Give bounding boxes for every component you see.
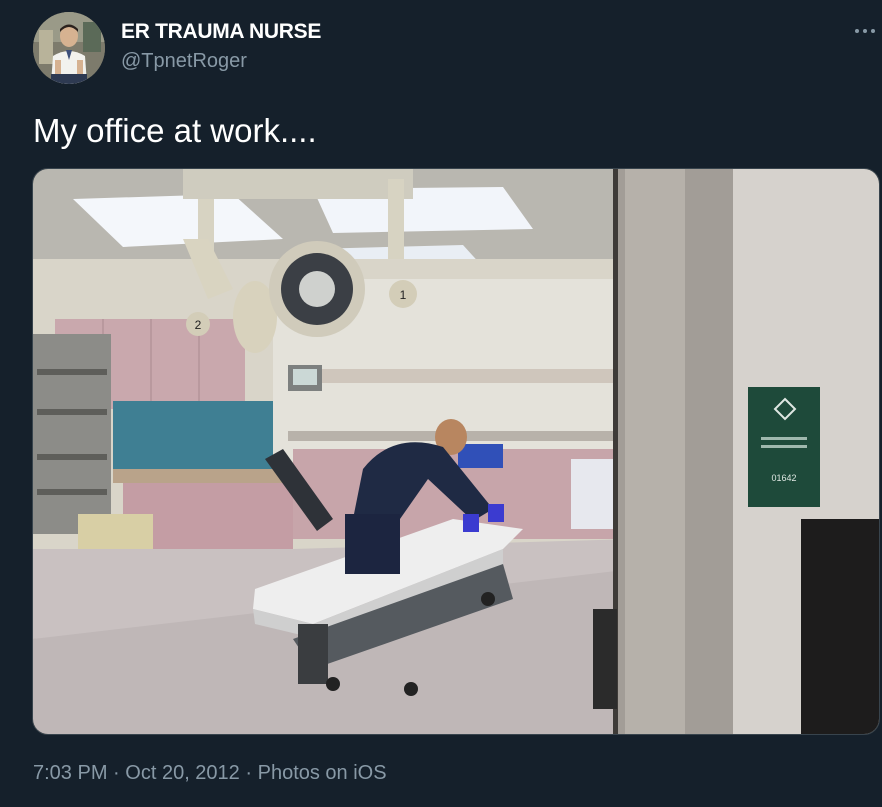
tweet-photo[interactable]: 2 1 01642 bbox=[32, 168, 880, 735]
svg-text:1: 1 bbox=[400, 288, 407, 302]
er-room-image: 2 1 01642 bbox=[33, 169, 879, 734]
tweet-text: My office at work.... bbox=[33, 112, 317, 149]
meta-separator: · bbox=[113, 762, 120, 784]
more-horizontal-icon[interactable] bbox=[852, 18, 878, 44]
tweet-time[interactable]: 7:03 PM bbox=[33, 762, 107, 784]
tweet-meta: 7:03 PM · Oct 20, 2012 · Photos on iOS bbox=[33, 762, 387, 785]
display-name[interactable]: ER TRAUMA NURSE bbox=[121, 20, 321, 44]
user-handle[interactable]: @TpnetRoger bbox=[121, 50, 247, 73]
tweet-source[interactable]: Photos on iOS bbox=[258, 762, 387, 784]
svg-text:2: 2 bbox=[195, 318, 202, 332]
room-sign-number: 01642 bbox=[771, 473, 796, 483]
tweet-date[interactable]: Oct 20, 2012 bbox=[125, 762, 240, 784]
avatar-image bbox=[33, 12, 105, 84]
meta-separator: · bbox=[245, 762, 253, 784]
avatar[interactable] bbox=[33, 12, 105, 84]
